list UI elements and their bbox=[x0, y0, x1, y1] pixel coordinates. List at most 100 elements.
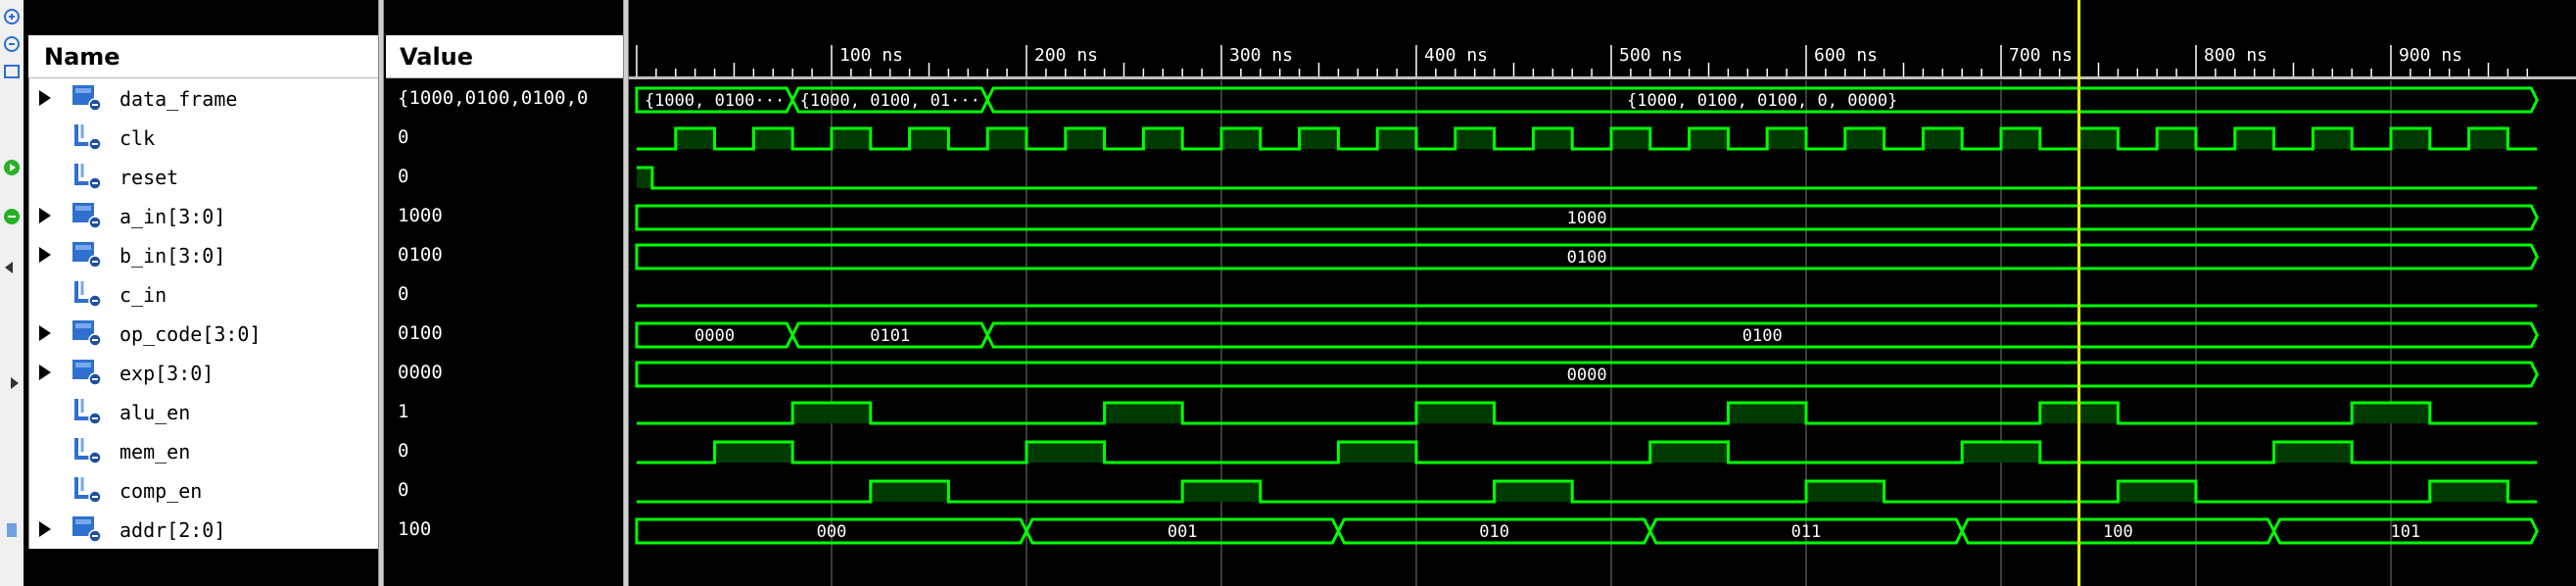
waveform-canvas[interactable]: 100 ns 200 ns 300 ns 400 ns 500 ns 600 ns 700 … bbox=[629, 0, 2576, 586]
zoom-in-icon[interactable] bbox=[1, 6, 23, 27]
bus-signal-icon bbox=[71, 200, 104, 231]
comp-en-high-fill bbox=[1182, 481, 1261, 502]
clk-high-fill bbox=[2313, 128, 2353, 149]
signal-name: mem_en bbox=[119, 440, 191, 464]
name-header-label: Name bbox=[44, 43, 120, 71]
clk-high-fill bbox=[1533, 128, 1573, 149]
clk-high-fill bbox=[1689, 128, 1729, 149]
value-column-header[interactable]: Value bbox=[386, 35, 623, 78]
data-frame-segment-label: {1000, 0100, 0100, 0, 0000} bbox=[1627, 91, 1897, 111]
signal-value-b-in: 0100 bbox=[398, 244, 443, 266]
signal-value-a-in: 1000 bbox=[398, 205, 443, 226]
alu-en-high-fill bbox=[1416, 403, 1495, 423]
ruler-label: 400 ns bbox=[1424, 45, 1488, 66]
signal-value-comp-en: 0 bbox=[398, 479, 409, 501]
signal-name-panel: Name data_frame clk reset a_in[3:0] b_in[3:0… bbox=[24, 0, 379, 586]
signal-row-clk[interactable]: clk bbox=[29, 118, 379, 157]
zoom-out-icon[interactable] bbox=[1, 33, 23, 55]
signal-value-op-code: 0100 bbox=[398, 322, 443, 344]
signal-row-c-in[interactable]: c_in bbox=[29, 274, 379, 314]
signal-value-panel: Value {1000,0100,0100,0 0 0 1000 0100 0 0100 00… bbox=[384, 0, 623, 586]
next-transition-icon[interactable] bbox=[1, 372, 23, 394]
ruler-label: 800 ns bbox=[2204, 45, 2267, 66]
bit-signal-icon bbox=[71, 278, 104, 310]
signal-name: alu_en bbox=[119, 401, 191, 424]
signal-row-addr[interactable]: addr[2:0] bbox=[29, 510, 379, 549]
bus-signal-icon bbox=[71, 82, 104, 114]
op-code-segment-label: 0000 bbox=[694, 326, 735, 346]
expand-arrow-icon[interactable] bbox=[39, 521, 51, 537]
b-in-segment-label: 0100 bbox=[1567, 248, 1607, 268]
bus-signal-icon bbox=[71, 357, 104, 388]
signal-row-data-frame[interactable]: data_frame bbox=[29, 78, 379, 118]
name-column-header[interactable]: Name bbox=[28, 35, 378, 78]
mem-en-waveform bbox=[637, 440, 2538, 464]
addr-segment-label: 100 bbox=[2103, 522, 2133, 542]
op-code-segment-label: 0100 bbox=[1742, 326, 1783, 346]
signal-row-reset[interactable]: reset bbox=[29, 157, 379, 196]
reset-high-fill bbox=[637, 168, 652, 188]
mem-en-high-fill bbox=[1962, 442, 2040, 463]
signal-row-comp-en[interactable]: comp_en bbox=[29, 470, 379, 510]
expand-arrow-icon[interactable] bbox=[39, 247, 51, 263]
waveform-panel[interactable]: 100 ns 200 ns 300 ns 400 ns 500 ns 600 ns 700 … bbox=[629, 0, 2576, 586]
run-icon[interactable] bbox=[1, 157, 23, 178]
clk-high-fill bbox=[1923, 128, 1963, 149]
clk-high-fill bbox=[2391, 128, 2430, 149]
expand-arrow-icon[interactable] bbox=[39, 90, 51, 106]
signal-value-clk: 0 bbox=[398, 126, 409, 148]
signal-name: op_code[3:0] bbox=[119, 322, 262, 346]
op-code-segment-label: 0101 bbox=[870, 326, 910, 346]
expand-arrow-icon[interactable] bbox=[39, 208, 51, 223]
ruler-label: 600 ns bbox=[1814, 45, 1878, 66]
go-to-cursor-icon[interactable] bbox=[1, 206, 23, 227]
clk-high-fill bbox=[2468, 128, 2508, 149]
clk-high-fill bbox=[2157, 128, 2196, 149]
comp-en-high-fill bbox=[2429, 481, 2508, 502]
signal-value-addr: 100 bbox=[398, 518, 432, 540]
zoom-fit-icon[interactable] bbox=[1, 61, 23, 82]
clk-high-fill bbox=[1611, 128, 1650, 149]
signal-row-b-in[interactable]: b_in[3:0] bbox=[29, 235, 379, 274]
addr-segment-label: 011 bbox=[1791, 522, 1822, 542]
signal-name: exp[3:0] bbox=[119, 362, 215, 385]
bit-signal-icon bbox=[71, 474, 104, 506]
mem-en-high-fill bbox=[1338, 442, 1416, 463]
signal-name: c_in bbox=[119, 283, 167, 307]
signal-row-alu-en[interactable]: alu_en bbox=[29, 392, 379, 431]
bit-signal-icon bbox=[71, 396, 104, 427]
signal-value-c-in: 0 bbox=[398, 283, 409, 305]
signal-row-mem-en[interactable]: mem_en bbox=[29, 431, 379, 470]
clk-high-fill bbox=[1844, 128, 1884, 149]
expand-arrow-icon[interactable] bbox=[39, 325, 51, 341]
signal-name: comp_en bbox=[119, 479, 203, 503]
clk-high-fill bbox=[1143, 128, 1183, 149]
signal-value-reset: 0 bbox=[398, 166, 409, 187]
reset-waveform bbox=[637, 166, 2538, 190]
addr-segment-label: 000 bbox=[817, 522, 847, 542]
ruler-label: 700 ns bbox=[2009, 45, 2073, 66]
ruler-baseline bbox=[629, 76, 2576, 79]
previous-transition-icon[interactable] bbox=[1, 257, 23, 278]
clk-high-fill bbox=[753, 128, 793, 149]
addr-segment-label: 010 bbox=[1479, 522, 1509, 542]
alu-en-high-fill bbox=[1728, 403, 1806, 423]
bit-signal-icon bbox=[71, 435, 104, 466]
ruler-label: 500 ns bbox=[1619, 45, 1683, 66]
alu-en-waveform bbox=[637, 401, 2538, 425]
expand-arrow-icon[interactable] bbox=[39, 365, 51, 380]
ruler-label: 300 ns bbox=[1229, 45, 1293, 66]
bus-signal-icon bbox=[71, 239, 104, 270]
bit-signal-icon bbox=[71, 122, 104, 153]
clk-high-fill bbox=[832, 128, 871, 149]
signal-row-exp[interactable]: exp[3:0] bbox=[29, 353, 379, 392]
bus-signal-icon bbox=[71, 513, 104, 545]
add-marker-icon[interactable] bbox=[1, 519, 23, 541]
signal-row-a-in[interactable]: a_in[3:0] bbox=[29, 196, 379, 235]
ruler-label: 200 ns bbox=[1034, 45, 1098, 66]
exp-segment-label: 0000 bbox=[1567, 366, 1607, 385]
clk-high-fill bbox=[2078, 128, 2119, 149]
data-frame-segment-label: {1000, 0100··· bbox=[644, 91, 785, 111]
bit-signal-icon bbox=[71, 161, 104, 192]
signal-row-op-code[interactable]: op_code[3:0] bbox=[29, 314, 379, 353]
